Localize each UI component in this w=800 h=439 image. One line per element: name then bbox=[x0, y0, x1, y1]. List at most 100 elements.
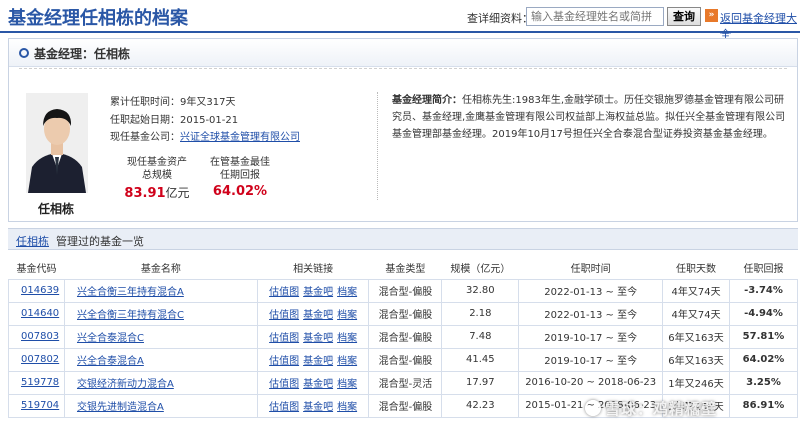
fund-type: 混合型-灵活 bbox=[368, 370, 443, 395]
fund-period: 2019-10-17 ~ 至今 bbox=[518, 324, 664, 349]
fund-name-link[interactable]: 兴全合泰混合A bbox=[77, 356, 144, 367]
double-arrow-icon: » bbox=[705, 9, 718, 22]
fund-type: 混合型-偏股 bbox=[368, 301, 443, 326]
watermark: 雪球：鸡精橘壁 bbox=[585, 398, 717, 419]
assets-amount: 83.91 bbox=[124, 186, 166, 201]
fund-links-cell: 估值图 基金吧 档案 bbox=[256, 301, 370, 326]
fund-forum-link[interactable]: 基金吧 bbox=[303, 310, 333, 321]
search-button[interactable]: 查询 bbox=[667, 7, 701, 26]
tenure-row: 累计任职时间：9年又317天 bbox=[110, 93, 235, 108]
best-return-value: 64.02% bbox=[212, 184, 268, 199]
fund-links-cell: 估值图 基金吧 档案 bbox=[256, 278, 370, 303]
company-label: 现任基金公司： bbox=[110, 132, 180, 143]
fund-row: 014640 兴全合衡三年持有混合C 估值图 基金吧 档案 混合型-偏股 2.18 2022-… bbox=[8, 301, 799, 326]
assets-label: 现任基金资产 总规模 bbox=[112, 156, 202, 182]
dotted-divider bbox=[19, 68, 787, 69]
valuation-chart-link[interactable]: 估值图 bbox=[269, 333, 299, 344]
fund-name-link[interactable]: 交银经济新动力混合A bbox=[77, 379, 174, 390]
fund-type: 混合型-偏股 bbox=[368, 347, 443, 372]
fund-code-link[interactable]: 519704 bbox=[21, 400, 59, 411]
assets-label-line1: 现任基金资产 bbox=[127, 157, 187, 168]
fund-period: 2022-01-13 ~ 至今 bbox=[518, 301, 664, 326]
start-date-row: 任职起始日期：2015-01-21 bbox=[110, 111, 238, 126]
assets-value: 83.91亿元 bbox=[112, 184, 202, 201]
bio-label: 基金经理简介： bbox=[392, 95, 462, 106]
fund-forum-link[interactable]: 基金吧 bbox=[303, 333, 333, 344]
fund-profile-link[interactable]: 档案 bbox=[337, 333, 357, 344]
col-header-period: 任职时间 bbox=[518, 257, 663, 280]
fund-code-link[interactable]: 007802 bbox=[21, 354, 59, 365]
fund-return: 57.81% bbox=[728, 324, 799, 349]
funds-table-header: 基金代码 基金名称 相关链接 基金类型 规模（亿元） 任职时间 任职天数 任职回… bbox=[8, 257, 798, 280]
fund-size: 32.80 bbox=[441, 278, 520, 303]
fund-forum-link[interactable]: 基金吧 bbox=[303, 356, 333, 367]
company-link[interactable]: 兴证全球基金管理有限公司 bbox=[180, 132, 300, 143]
funds-section-title: 管理过的基金一览 bbox=[56, 235, 144, 248]
fund-profile-link[interactable]: 档案 bbox=[337, 356, 357, 367]
fund-size: 41.45 bbox=[441, 347, 520, 372]
fund-code-link[interactable]: 519778 bbox=[21, 377, 59, 388]
manager-panel-header: 基金经理：任相栋 bbox=[9, 39, 797, 67]
col-header-size: 规模（亿元） bbox=[441, 257, 519, 280]
manager-name: 任相栋 bbox=[38, 202, 75, 216]
fund-period: 2019-10-17 ~ 至今 bbox=[518, 347, 664, 372]
assets-label-line2: 总规模 bbox=[142, 170, 172, 181]
fund-links-cell: 估值图 基金吧 档案 bbox=[256, 324, 370, 349]
funds-manager-link[interactable]: 任相栋 bbox=[16, 233, 49, 249]
manager-avatar bbox=[26, 93, 88, 193]
fund-type: 混合型-偏股 bbox=[368, 393, 443, 418]
manager-bio: 基金经理简介：任相栋先生:1983年生,金融学硕士。历任交银施罗德基金管理有限公… bbox=[392, 92, 792, 143]
fund-size: 17.97 bbox=[441, 370, 520, 395]
valuation-chart-link[interactable]: 估值图 bbox=[269, 310, 299, 321]
fund-profile-link[interactable]: 档案 bbox=[337, 310, 357, 321]
valuation-chart-link[interactable]: 估值图 bbox=[269, 379, 299, 390]
fund-profile-link[interactable]: 档案 bbox=[337, 379, 357, 390]
fund-profile-link[interactable]: 档案 bbox=[337, 402, 357, 413]
fund-code-link[interactable]: 014639 bbox=[21, 285, 59, 296]
manager-panel-title: 基金经理：任相栋 bbox=[34, 47, 131, 61]
circle-icon bbox=[19, 48, 29, 58]
fund-size: 2.18 bbox=[441, 301, 520, 326]
title-divider bbox=[0, 31, 800, 33]
fund-days: 4年又74天 bbox=[662, 278, 730, 303]
header-bar: 基金经理任相栋的档案 查详细资料： 查询 » 返回基金经理大全 bbox=[0, 0, 800, 41]
search-label: 查详细资料： bbox=[467, 12, 533, 25]
fund-name-link[interactable]: 交银先进制造混合A bbox=[77, 402, 164, 413]
fund-size: 7.48 bbox=[441, 324, 520, 349]
fund-forum-link[interactable]: 基金吧 bbox=[303, 402, 333, 413]
fund-code-link[interactable]: 014640 bbox=[21, 308, 59, 319]
best-return-label-line1: 在管基金最佳 bbox=[210, 157, 270, 168]
valuation-chart-link[interactable]: 估值图 bbox=[269, 287, 299, 298]
page-title: 基金经理任相栋的档案 bbox=[8, 8, 188, 29]
valuation-chart-link[interactable]: 估值图 bbox=[269, 402, 299, 413]
fund-return: 3.25% bbox=[728, 370, 799, 395]
best-return-label-line2: 任期回报 bbox=[220, 170, 260, 181]
fund-days: 6年又163天 bbox=[662, 324, 730, 349]
valuation-chart-link[interactable]: 估值图 bbox=[269, 356, 299, 367]
fund-name-link[interactable]: 兴全合衡三年持有混合A bbox=[77, 287, 184, 298]
fund-days: 1年又246天 bbox=[662, 370, 730, 395]
fund-name-link[interactable]: 兴全合衡三年持有混合C bbox=[77, 310, 184, 321]
fund-code-link[interactable]: 007803 bbox=[21, 331, 59, 342]
fund-period: 2022-01-13 ~ 至今 bbox=[518, 278, 664, 303]
fund-days: 6年又163天 bbox=[662, 347, 730, 372]
search-input[interactable] bbox=[526, 7, 664, 26]
fund-type: 混合型-偏股 bbox=[368, 324, 443, 349]
tenure-value: 9年又317天 bbox=[180, 97, 236, 108]
fund-profile-link[interactable]: 档案 bbox=[337, 287, 357, 298]
fund-forum-link[interactable]: 基金吧 bbox=[303, 287, 333, 298]
fund-period: 2016-10-20 ~ 2018-06-23 bbox=[518, 370, 664, 395]
fund-forum-link[interactable]: 基金吧 bbox=[303, 379, 333, 390]
best-return-label: 在管基金最佳 任期回报 bbox=[195, 156, 285, 182]
fund-name-link[interactable]: 兴全合泰混合C bbox=[77, 333, 144, 344]
funds-table: 基金代码 基金名称 相关链接 基金类型 规模（亿元） 任职时间 任职天数 任职回… bbox=[8, 257, 799, 418]
fund-type: 混合型-偏股 bbox=[368, 278, 443, 303]
col-header-code: 基金代码 bbox=[8, 257, 65, 280]
fund-return: -4.94% bbox=[728, 301, 799, 326]
fund-row: 007803 兴全合泰混合C 估值图 基金吧 档案 混合型-偏股 7.48 2019-10-1… bbox=[8, 324, 799, 349]
fund-return: 86.91% bbox=[728, 393, 799, 418]
start-date-value: 2015-01-21 bbox=[180, 115, 239, 126]
col-header-days: 任职天数 bbox=[662, 257, 730, 280]
fund-return: 64.02% bbox=[728, 347, 799, 372]
col-header-links: 相关链接 bbox=[257, 257, 369, 280]
